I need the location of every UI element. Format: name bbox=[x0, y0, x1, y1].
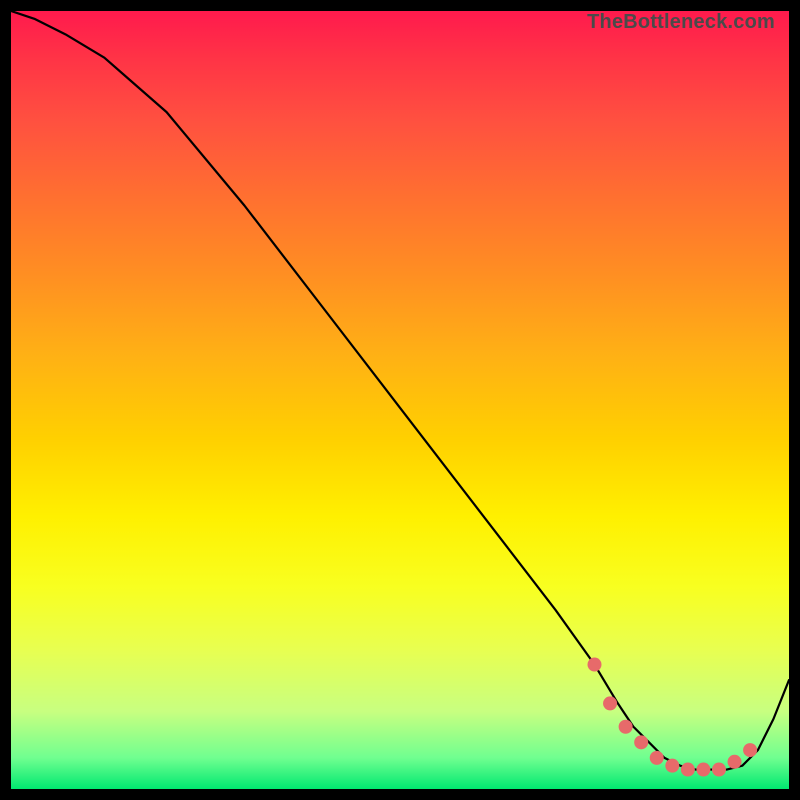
gradient-plot-area: TheBottleneck.com bbox=[11, 11, 789, 789]
curve-marker bbox=[743, 743, 757, 757]
curve-layer bbox=[11, 11, 789, 789]
curve-marker bbox=[665, 759, 679, 773]
curve-marker bbox=[696, 763, 710, 777]
chart-stage: TheBottleneck.com bbox=[0, 0, 800, 800]
curve-marker bbox=[588, 658, 602, 672]
curve-marker bbox=[603, 696, 617, 710]
bottleneck-curve-line bbox=[11, 11, 789, 770]
curve-markers bbox=[588, 658, 758, 777]
curve-marker bbox=[634, 735, 648, 749]
curve-marker bbox=[681, 763, 695, 777]
curve-marker bbox=[619, 720, 633, 734]
curve-marker bbox=[728, 755, 742, 769]
curve-marker bbox=[712, 763, 726, 777]
curve-marker bbox=[650, 751, 664, 765]
